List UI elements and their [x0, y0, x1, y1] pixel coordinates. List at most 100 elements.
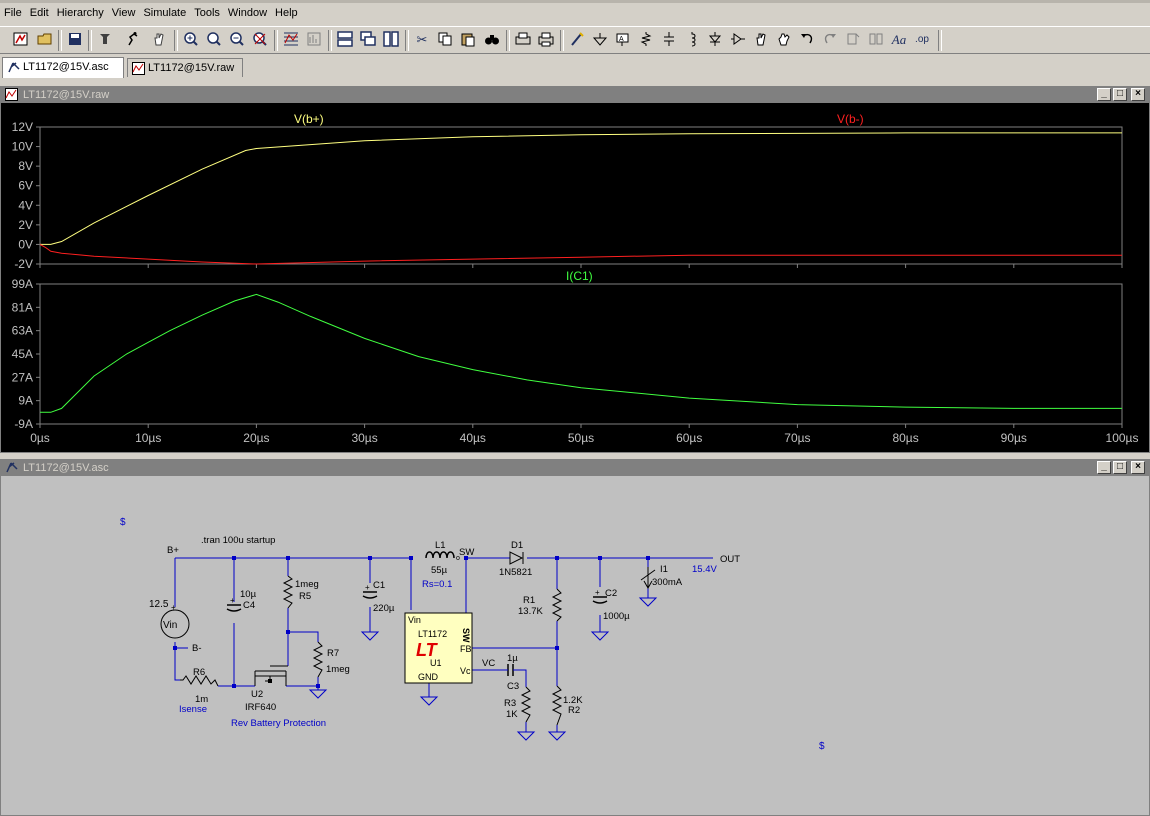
trace-label-ic1[interactable]: I(C1) [566, 269, 593, 283]
close-button[interactable]: × [1131, 461, 1145, 474]
maximize-button[interactable]: □ [1113, 461, 1127, 474]
zoom-fit-icon[interactable] [251, 31, 269, 49]
menu-window[interactable]: Window [224, 3, 271, 19]
u2-name: U2 [251, 689, 263, 700]
y-tick-label: 4V [18, 198, 33, 212]
ic-u1[interactable]: Vin SW LT1172 LT U1 FB Vc GND [404, 612, 473, 684]
i1-value: 300mA [652, 577, 683, 588]
save-icon[interactable] [66, 31, 84, 49]
autorange-icon[interactable] [282, 31, 300, 49]
view-fft-icon[interactable] [305, 31, 323, 49]
r3-value: 1K [506, 709, 518, 720]
redo-icon[interactable] [821, 31, 839, 49]
find-icon[interactable] [483, 31, 501, 49]
control-panel-icon[interactable] [96, 31, 114, 49]
print-setup-icon[interactable] [514, 31, 532, 49]
drag-icon[interactable] [775, 31, 793, 49]
minimize-button[interactable]: _ [1097, 461, 1111, 474]
menu-hierarchy[interactable]: Hierarchy [53, 3, 108, 19]
spice-directive-icon[interactable]: .op [913, 31, 931, 49]
spice-directive[interactable]: .tran 100u startup [201, 535, 275, 546]
component-icon[interactable] [729, 31, 747, 49]
schematic-window-icon [6, 462, 18, 473]
menu-view[interactable]: View [108, 3, 140, 19]
d1-part: 1N5821 [499, 567, 532, 578]
menu-file[interactable]: File [0, 3, 26, 19]
x-tick-label: 20µs [243, 431, 269, 445]
r6-name: R6 [193, 667, 205, 678]
y-tick-label: 45A [12, 347, 33, 361]
svg-text:+: + [230, 596, 235, 605]
menu-simulate[interactable]: Simulate [139, 3, 190, 19]
l1-value: 55µ [431, 565, 448, 576]
svg-text:+: + [595, 588, 600, 597]
new-schematic-icon[interactable] [12, 31, 30, 49]
close-button[interactable]: × [1131, 88, 1145, 101]
maximize-button[interactable]: □ [1113, 88, 1127, 101]
tab-label: LT1172@15V.asc [23, 61, 109, 73]
r1-value: 13.7K [518, 606, 543, 617]
resistor-icon[interactable] [637, 31, 655, 49]
waveform-window-titlebar[interactable]: LT1172@15V.raw _ □ × [1, 87, 1149, 103]
svg-text:+: + [171, 603, 176, 612]
undo-icon[interactable] [798, 31, 816, 49]
cut-icon[interactable]: ✂ [413, 31, 431, 49]
menu-tools[interactable]: Tools [190, 3, 224, 19]
schematic-file-icon [8, 62, 20, 72]
label-rev-battery-protection: Rev Battery Protection [231, 718, 326, 729]
tab-schematic[interactable]: LT1172@15V.asc [2, 57, 124, 78]
label-net-icon[interactable]: A [614, 31, 632, 49]
zoom-pan-icon[interactable] [205, 31, 223, 49]
y-tick-label: 8V [18, 159, 33, 173]
u1-pin-sw: SW [461, 628, 471, 643]
tile-horizontal-icon[interactable] [382, 31, 400, 49]
menu-help[interactable]: Help [271, 3, 302, 19]
c3-name: C3 [507, 681, 519, 692]
cascade-icon[interactable] [359, 31, 377, 49]
menu-edit[interactable]: Edit [26, 3, 53, 19]
y-tick-label: 0V [18, 237, 33, 251]
trace-label-vbplus[interactable]: V(b+) [294, 112, 324, 126]
dollar-marker: $ [120, 517, 126, 528]
x-tick-label: 60µs [676, 431, 702, 445]
run-icon[interactable] [124, 31, 142, 49]
zoom-in-icon[interactable] [182, 31, 200, 49]
ground-icon[interactable] [591, 31, 609, 49]
waveform-window: LT1172@15V.raw _ □ × V(b+) V(b-) I(C1) 1… [0, 86, 1150, 453]
x-tick-label: 80µs [892, 431, 918, 445]
open-icon[interactable] [36, 31, 54, 49]
y-tick-label: 99A [12, 277, 33, 291]
text-icon[interactable]: Aa [890, 31, 908, 49]
copy-icon[interactable] [436, 31, 454, 49]
svg-text:A: A [619, 36, 624, 43]
waveform-plot[interactable]: V(b+) V(b-) I(C1) 12V 10V 8V 6V 4V 2V 0V -2V 99… [1, 103, 1149, 452]
print-icon[interactable] [537, 31, 555, 49]
move-icon[interactable] [752, 31, 770, 49]
menu-bar: File Edit Hierarchy View Simulate Tools Window… [0, 0, 1150, 24]
draw-wire-icon[interactable] [568, 31, 586, 49]
capacitor-icon[interactable] [660, 31, 678, 49]
schematic-canvas[interactable]: $ $ .tran 100u startup Vin 12.5 + B+ B- … [5, 480, 1145, 815]
halt-icon[interactable] [150, 31, 168, 49]
trace-label-vbminus[interactable]: V(b-) [837, 112, 864, 126]
paste-icon[interactable] [459, 31, 477, 49]
schematic-window-titlebar[interactable]: LT1172@15V.asc _ □ × [1, 460, 1149, 476]
y-tick-label: -9A [14, 417, 33, 431]
tab-waveform[interactable]: LT1172@15V.raw [127, 58, 243, 77]
u1-pin-vc: Vc [460, 666, 471, 676]
lt-logo-icon: LT [416, 640, 439, 660]
r7-name: R7 [327, 648, 339, 659]
toolbar: ✂ A Aa .op [0, 26, 1150, 54]
y-tick-label: 12V [12, 120, 33, 134]
rotate-icon[interactable] [844, 31, 862, 49]
minimize-button[interactable]: _ [1097, 88, 1111, 101]
diode-icon[interactable] [706, 31, 724, 49]
y-tick-label: 27A [12, 370, 33, 384]
zoom-out-icon[interactable] [228, 31, 246, 49]
inductor-icon[interactable] [683, 31, 701, 49]
tile-vertical-icon[interactable] [336, 31, 354, 49]
mirror-icon[interactable] [867, 31, 885, 49]
net-label-out: OUT [720, 554, 740, 565]
u1-pin-vin: Vin [408, 615, 421, 625]
x-tick-label: 40µs [460, 431, 486, 445]
